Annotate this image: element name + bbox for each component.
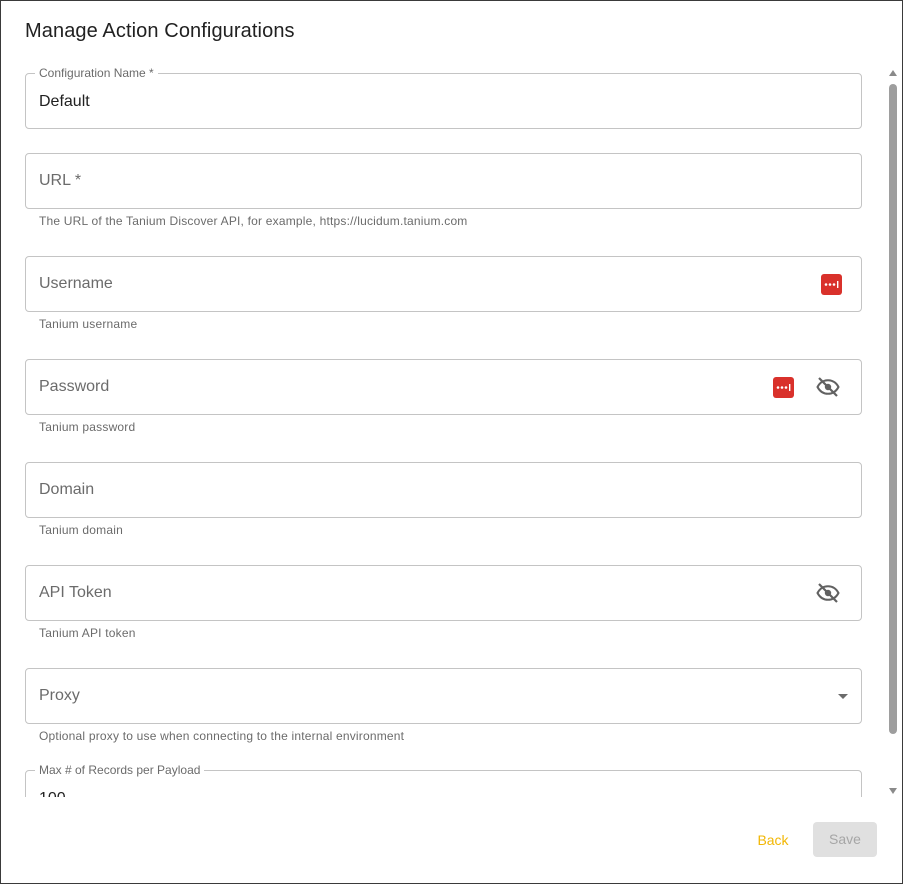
password-placeholder: Password	[39, 378, 110, 395]
back-button[interactable]: Back	[746, 823, 800, 857]
caret-down-icon[interactable]	[838, 694, 848, 699]
max-records-value: 100	[39, 790, 66, 797]
scrollbar-thumb[interactable]	[889, 84, 897, 734]
username-placeholder: Username	[39, 275, 113, 292]
configuration-name-label: Configuration Name *	[35, 66, 158, 80]
max-records-field[interactable]: Max # of Records per Payload 100	[25, 763, 862, 797]
api-token-placeholder: API Token	[39, 584, 112, 601]
scroll-down-arrow-icon[interactable]	[889, 788, 897, 794]
proxy-placeholder: Proxy	[39, 687, 80, 704]
password-field[interactable]: Password	[25, 359, 862, 415]
eye-off-icon[interactable]	[816, 375, 840, 399]
password-helper-text: Tanium password	[39, 420, 136, 434]
url-placeholder: URL *	[39, 172, 82, 189]
configuration-name-field[interactable]: Configuration Name * Default	[25, 66, 862, 129]
url-field[interactable]: URL *	[25, 153, 862, 209]
configuration-name-value: Default	[39, 93, 90, 110]
domain-placeholder: Domain	[39, 481, 95, 498]
form-scroll-area[interactable]: Configuration Name * Default URL * The U…	[1, 61, 887, 797]
dialog-title: Manage Action Configurations	[25, 20, 295, 42]
vertical-scrollbar[interactable]	[887, 67, 899, 797]
password-manager-icon[interactable]	[773, 377, 794, 398]
domain-field[interactable]: Domain	[25, 462, 862, 518]
save-button[interactable]: Save	[813, 822, 877, 857]
password-manager-icon[interactable]	[821, 274, 842, 295]
api-token-helper-text: Tanium API token	[39, 626, 136, 640]
api-token-field[interactable]: API Token	[25, 565, 862, 621]
url-helper-text: The URL of the Tanium Discover API, for …	[39, 214, 468, 228]
manage-action-configurations-dialog: Manage Action Configurations Configurati…	[0, 0, 903, 884]
domain-helper-text: Tanium domain	[39, 523, 123, 537]
eye-off-icon[interactable]	[816, 581, 840, 605]
username-helper-text: Tanium username	[39, 317, 138, 331]
proxy-helper-text: Optional proxy to use when connecting to…	[39, 729, 405, 743]
max-records-label: Max # of Records per Payload	[35, 763, 205, 777]
proxy-select[interactable]: Proxy	[25, 668, 862, 724]
username-field[interactable]: Username	[25, 256, 862, 312]
scroll-up-arrow-icon[interactable]	[889, 70, 897, 76]
